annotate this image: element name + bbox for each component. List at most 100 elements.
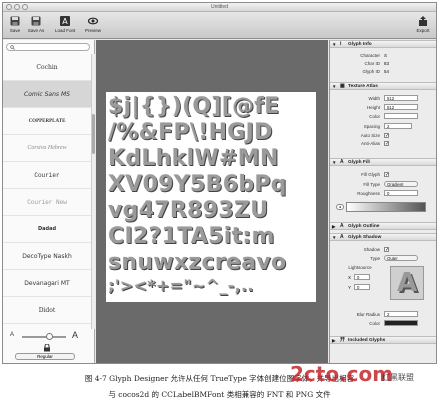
font-list-item[interactable]: DecoType Naskh: [3, 243, 91, 270]
texture-atlas-preview: $j|{})(Q][@fE /%&FP\!HGJD KdLhklW#MN XV0…: [106, 92, 316, 302]
gradient-stop-left[interactable]: ●: [336, 204, 344, 210]
section-included-glyphs[interactable]: ▶ 开 Included Glyphs: [330, 336, 436, 344]
watermark-text: 2cto.com: [290, 362, 394, 386]
section-texture-atlas[interactable]: ▼ ▦ Texture Atlas: [330, 82, 436, 90]
font-list-item-selected[interactable]: Comic Sans MS: [3, 81, 91, 108]
preview-label: Preview: [84, 28, 101, 33]
anti-alias-checkbox[interactable]: ✓: [384, 141, 389, 147]
watermark-subtext: 红黑联盟: [382, 373, 414, 382]
large-a-icon: A: [72, 330, 79, 340]
light-x-field[interactable]: 0: [354, 274, 370, 280]
anti-alias-label: Anti-Alias: [360, 141, 380, 146]
save-button[interactable]: Save: [5, 14, 25, 37]
char-id-value: 83: [384, 61, 390, 66]
fill-type-select[interactable]: Gradient: [384, 181, 418, 187]
watermark: 2cto.com 红黑联盟: [290, 362, 435, 392]
section-glyph-fill[interactable]: ▼ A Glyph Fill: [330, 158, 436, 166]
save-as-button[interactable]: Save As: [26, 14, 46, 37]
section-title: Glyph Shadow: [348, 235, 382, 240]
character-label: Character: [360, 53, 380, 58]
fill-letter-icon: A: [340, 159, 344, 165]
font-list-item[interactable]: Corsiva Hebrew: [3, 135, 91, 162]
height-field[interactable]: 512: [384, 104, 418, 110]
preview-button[interactable]: Preview: [83, 14, 103, 37]
light-y-field[interactable]: 0: [354, 284, 370, 290]
shadow-type-label: Type: [370, 256, 380, 261]
shadow-preview[interactable]: A: [390, 266, 424, 300]
export-button[interactable]: Export: [413, 14, 433, 37]
glyph-id-value: 54: [384, 69, 390, 74]
height-label: Height: [366, 105, 380, 110]
width-label: Width: [368, 96, 380, 101]
atlas-glyph-row: vg47R893ZU: [108, 198, 269, 223]
inspector-panel: ▼ i Glyph Info Character S Char ID 83 Gl…: [329, 40, 436, 363]
atlas-color-well[interactable]: [384, 113, 418, 119]
svg-text:A: A: [62, 17, 68, 26]
section-glyph-outline[interactable]: ▶ A Glyph Outline: [330, 222, 436, 230]
size-lock-icon: [44, 344, 50, 352]
font-style-select[interactable]: Regular: [15, 353, 75, 360]
texture-canvas: $j|{})(Q][@fE /%&FP\!HGJD KdLhklW#MN XV0…: [96, 40, 328, 363]
window-title: Untitled: [211, 4, 228, 10]
page: Untitled Save Save As A Load Font Previe…: [0, 0, 439, 406]
title-bar: Untitled: [3, 3, 436, 12]
char-id-label: Char ID: [364, 61, 380, 66]
font-list: Cochin Comic Sans MS COPPERPLATE Corsiva…: [3, 54, 91, 329]
section-title: Glyph Outline: [348, 224, 380, 229]
atlas-glyph-row: CI2?1TA5it:m: [108, 224, 275, 249]
fill-glyph-label: Fill Glyph: [361, 172, 380, 177]
toolbar: Save Save As A Load Font Preview Export: [3, 12, 436, 39]
atlas-glyph-row: /%&FP\!HGJD: [108, 120, 273, 145]
font-list-item[interactable]: Devanagari MT: [3, 270, 91, 297]
roughness-field[interactable]: 0: [384, 190, 418, 196]
info-icon: i: [340, 41, 342, 47]
shadow-type-select[interactable]: Outer: [384, 255, 418, 261]
load-font-button[interactable]: A Load Font: [55, 14, 75, 37]
shadow-color-well[interactable]: [384, 320, 418, 326]
disclosure-down-icon: ▼: [332, 84, 337, 89]
section-title: Glyph Info: [348, 42, 372, 47]
roughness-label: Roughness: [357, 191, 380, 196]
export-box-icon: [419, 16, 427, 26]
blur-radius-field[interactable]: 2: [384, 311, 418, 317]
lightsource-label: Lightsource: [348, 265, 372, 270]
scrollbar-thumb[interactable]: [92, 114, 95, 154]
font-size-slider[interactable]: [22, 333, 66, 340]
atlas-color-label: Color: [369, 114, 380, 119]
font-list-item[interactable]: Courier New: [3, 189, 91, 216]
font-list-item[interactable]: Courier: [3, 162, 91, 189]
font-size-slider-knob[interactable]: [46, 333, 53, 340]
section-glyph-info[interactable]: ▼ i Glyph Info: [330, 40, 436, 48]
auto-size-checkbox[interactable]: ✓: [384, 133, 389, 139]
save-as-label: Save As: [27, 28, 45, 33]
fill-type-label: Fill Type: [363, 182, 380, 187]
eye-icon: [88, 17, 98, 25]
font-search-input[interactable]: [6, 43, 90, 51]
atlas-glyph-row: $j|{})(Q][@fE: [108, 94, 280, 119]
section-title: Included Glyphs: [348, 338, 386, 343]
shadow-preview-letter: A: [397, 268, 418, 298]
font-list-item[interactable]: Dadad: [3, 216, 91, 243]
font-list-item[interactable]: Cochin: [3, 54, 91, 81]
spacing-field[interactable]: 2: [384, 123, 412, 129]
glyph-id-label: Glyph ID: [362, 69, 380, 74]
fill-glyph-checkbox[interactable]: ✓: [384, 172, 389, 178]
font-list-scrollbar[interactable]: [91, 54, 95, 329]
section-title: Glyph Fill: [348, 160, 370, 165]
glyphs-icon: 开: [340, 337, 346, 343]
section-title: Texture Atlas: [348, 84, 378, 89]
font-sidebar: Cochin Comic Sans MS COPPERPLATE Corsiva…: [3, 40, 95, 363]
shadow-letter-icon: A: [340, 234, 344, 240]
width-field[interactable]: 512: [384, 95, 418, 101]
app-window: Untitled Save Save As A Load Font Previe…: [2, 2, 437, 364]
section-glyph-shadow[interactable]: ▼ A Glyph Shadow: [330, 233, 436, 241]
font-list-item[interactable]: Didot: [3, 297, 91, 324]
load-font-label: Load Font: [55, 28, 76, 33]
export-label: Export: [416, 28, 430, 33]
font-size-row: A A: [8, 330, 90, 343]
fill-gradient-bar[interactable]: [346, 202, 426, 212]
x-label: X: [348, 275, 352, 280]
small-a-icon: A: [10, 332, 15, 338]
font-list-item[interactable]: COPPERPLATE: [3, 108, 91, 135]
shadow-checkbox[interactable]: ✓: [384, 247, 389, 253]
